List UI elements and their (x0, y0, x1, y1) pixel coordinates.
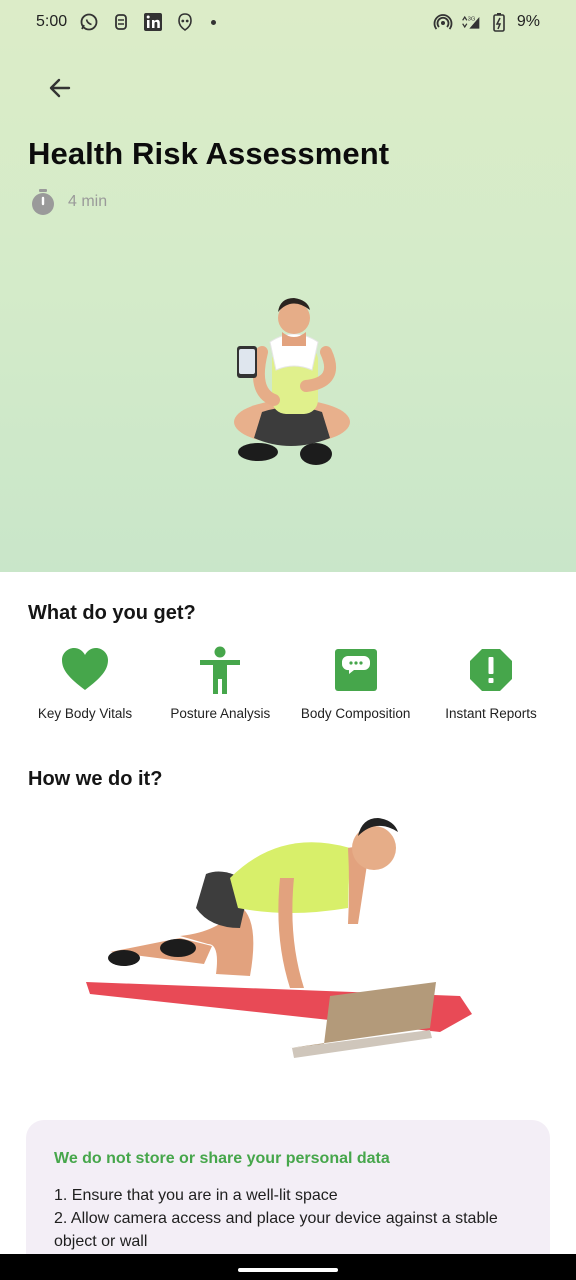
man-with-phone-illustration (234, 298, 350, 465)
whatsapp-icon (80, 13, 98, 31)
feature-label: Instant Reports (445, 706, 537, 721)
signal-icon: 3G (462, 15, 480, 29)
back-arrow-icon (49, 78, 71, 98)
page-title: Health Risk Assessment (28, 136, 390, 171)
how-section-title: How we do it? (28, 768, 163, 790)
app-notification-icon (115, 14, 128, 30)
svg-text:3G: 3G (468, 16, 476, 22)
instruction-step: 1. Ensure that you are in a well-lit spa… (54, 1187, 338, 1204)
privacy-title: We do not store or share your personal d… (54, 1150, 390, 1167)
feature-label: Posture Analysis (170, 706, 271, 721)
person-icon (200, 646, 241, 694)
status-bar: 5:00 3G 9% (0, 0, 576, 44)
chat-bubble-icon (334, 649, 377, 691)
hero-banner (0, 0, 576, 572)
back-button[interactable] (40, 68, 80, 108)
feature-label: Body Composition (300, 706, 411, 721)
navigation-bar (0, 1254, 576, 1280)
alien-app-icon (178, 13, 192, 31)
man-exercising-with-laptop-illustration (86, 818, 472, 1058)
instruction-step: 2. Allow camera access and place your de… (54, 1210, 498, 1250)
heart-icon (62, 648, 108, 690)
feature-posture-analysis[interactable]: Posture Analysis (155, 646, 285, 721)
duration-row: 4 min (30, 188, 107, 216)
hotspot-icon (433, 14, 453, 30)
feature-key-body-vitals[interactable]: Key Body Vitals (20, 646, 150, 721)
feature-instant-reports[interactable]: Instant Reports (426, 646, 556, 721)
what-section-title: What do you get? (28, 602, 196, 624)
duration-text: 4 min (68, 193, 108, 210)
features-row: Key Body Vitals Posture Analysis Body Co… (20, 646, 556, 721)
feature-body-composition[interactable]: Body Composition (291, 646, 421, 721)
home-gesture-handle[interactable] (238, 1268, 338, 1272)
alert-octagon-icon (469, 649, 512, 691)
status-time: 5:00 (36, 13, 68, 30)
linkedin-icon (144, 13, 163, 31)
more-notifications-dot (211, 19, 217, 25)
battery-level: 9% (516, 13, 540, 30)
feature-label: Key Body Vitals (37, 706, 133, 721)
battery-icon (493, 13, 505, 32)
stopwatch-icon (32, 189, 54, 215)
